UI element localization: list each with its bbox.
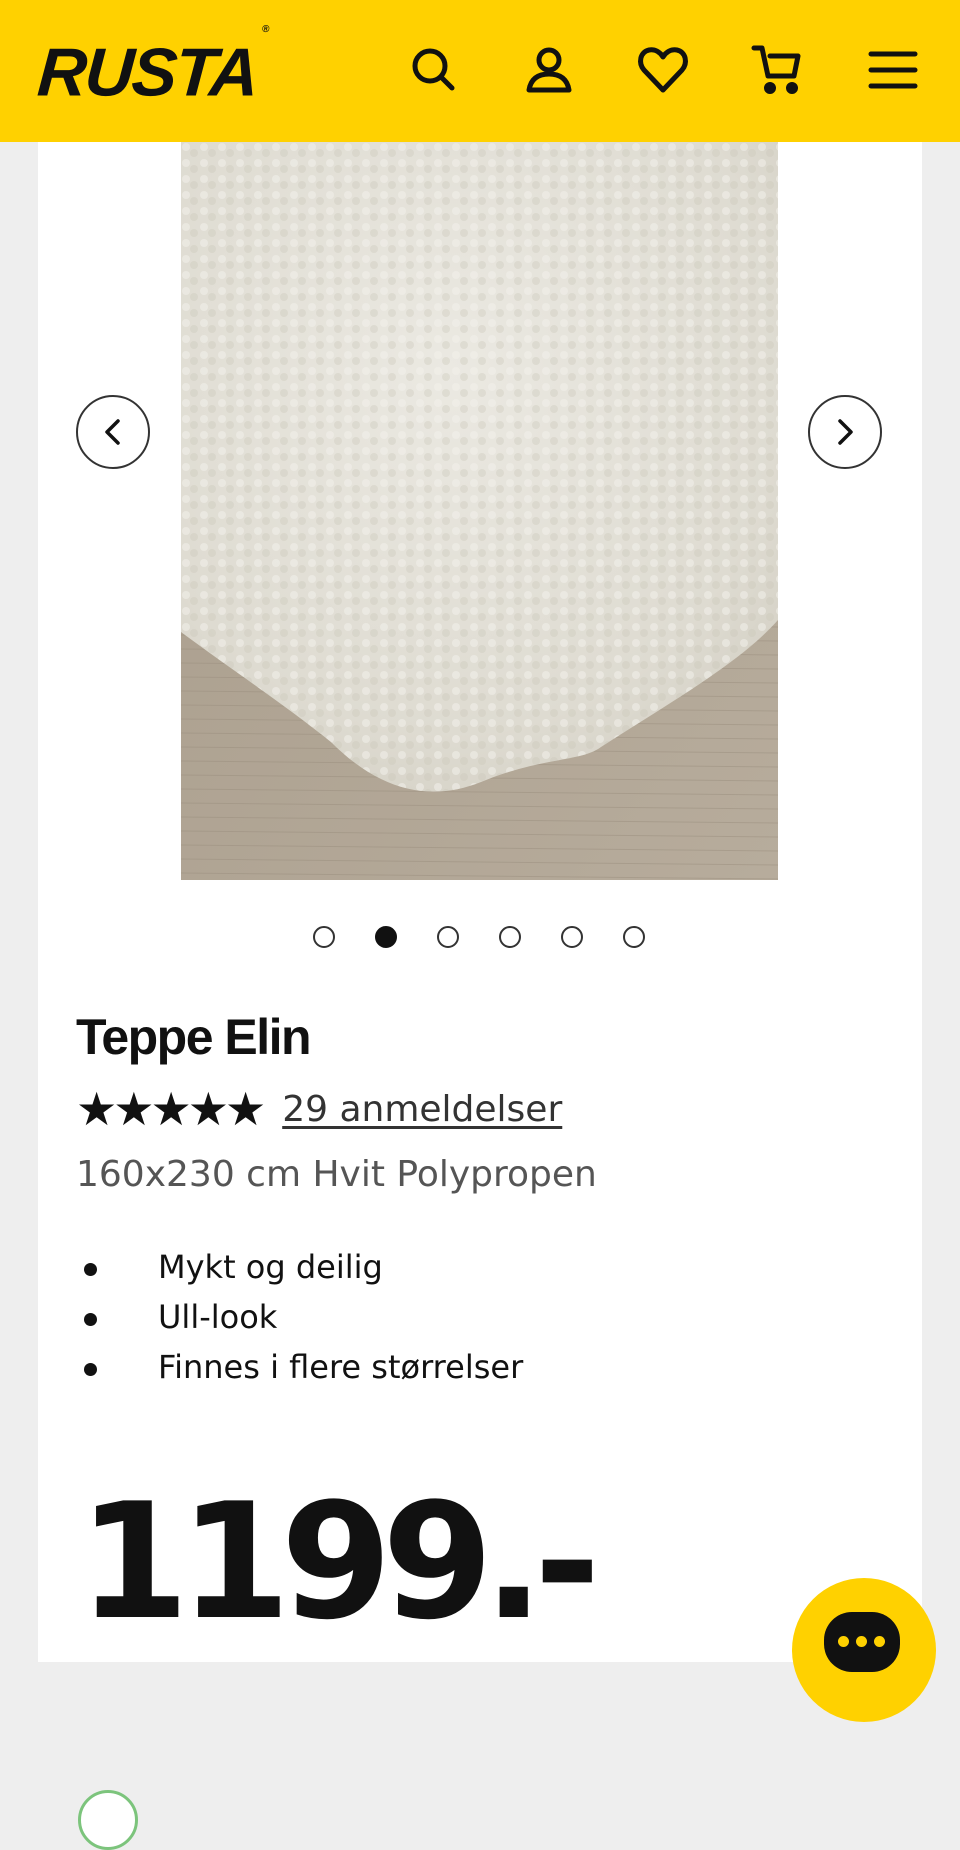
product-title: Teppe Elin [76, 1009, 312, 1065]
cart-icon[interactable] [746, 38, 810, 102]
chevron-right-icon [838, 419, 853, 445]
feature-list: Mykt og deilig Ull-look Finnes i flere s… [76, 1242, 523, 1392]
gallery-dot[interactable] [437, 926, 459, 948]
chat-icon [824, 1612, 900, 1672]
badge-icon [78, 1790, 138, 1850]
gallery-pagination [38, 922, 922, 952]
gallery-dot-active[interactable] [375, 926, 397, 948]
gallery-dot[interactable] [313, 926, 335, 948]
gallery-dot[interactable] [499, 926, 521, 948]
reviews-link[interactable]: 29 anmeldelser [282, 1089, 562, 1130]
registered-mark: ® [261, 24, 268, 35]
search-icon[interactable] [402, 38, 466, 102]
gallery-dot[interactable] [623, 926, 645, 948]
list-item: Ull-look [76, 1292, 523, 1342]
logo-text: RUSTA [35, 34, 260, 111]
menu-icon[interactable] [861, 38, 925, 102]
product-subtitle: 160x230 cm Hvit Polypropen [76, 1154, 597, 1195]
gallery-dot[interactable] [561, 926, 583, 948]
gallery-next-button[interactable] [808, 395, 882, 469]
product-price: 1199.- [78, 1468, 600, 1655]
product-rating: ★★★★★ 29 anmeldelser [76, 1084, 562, 1134]
chevron-left-icon [105, 419, 120, 445]
gallery-prev-button[interactable] [76, 395, 150, 469]
rusta-logo[interactable]: RUSTA® [35, 24, 268, 111]
product-image[interactable] [181, 142, 778, 880]
rating-stars: ★★★★★ [76, 1082, 266, 1136]
chat-button[interactable] [792, 1578, 936, 1722]
heart-icon[interactable] [631, 38, 695, 102]
site-header: RUSTA® [0, 0, 960, 142]
account-icon[interactable] [517, 38, 581, 102]
list-item: Mykt og deilig [76, 1242, 523, 1292]
product-card: Teppe Elin ★★★★★ 29 anmeldelser 160x230 … [38, 142, 922, 1850]
list-item: Finnes i flere størrelser [76, 1342, 523, 1392]
